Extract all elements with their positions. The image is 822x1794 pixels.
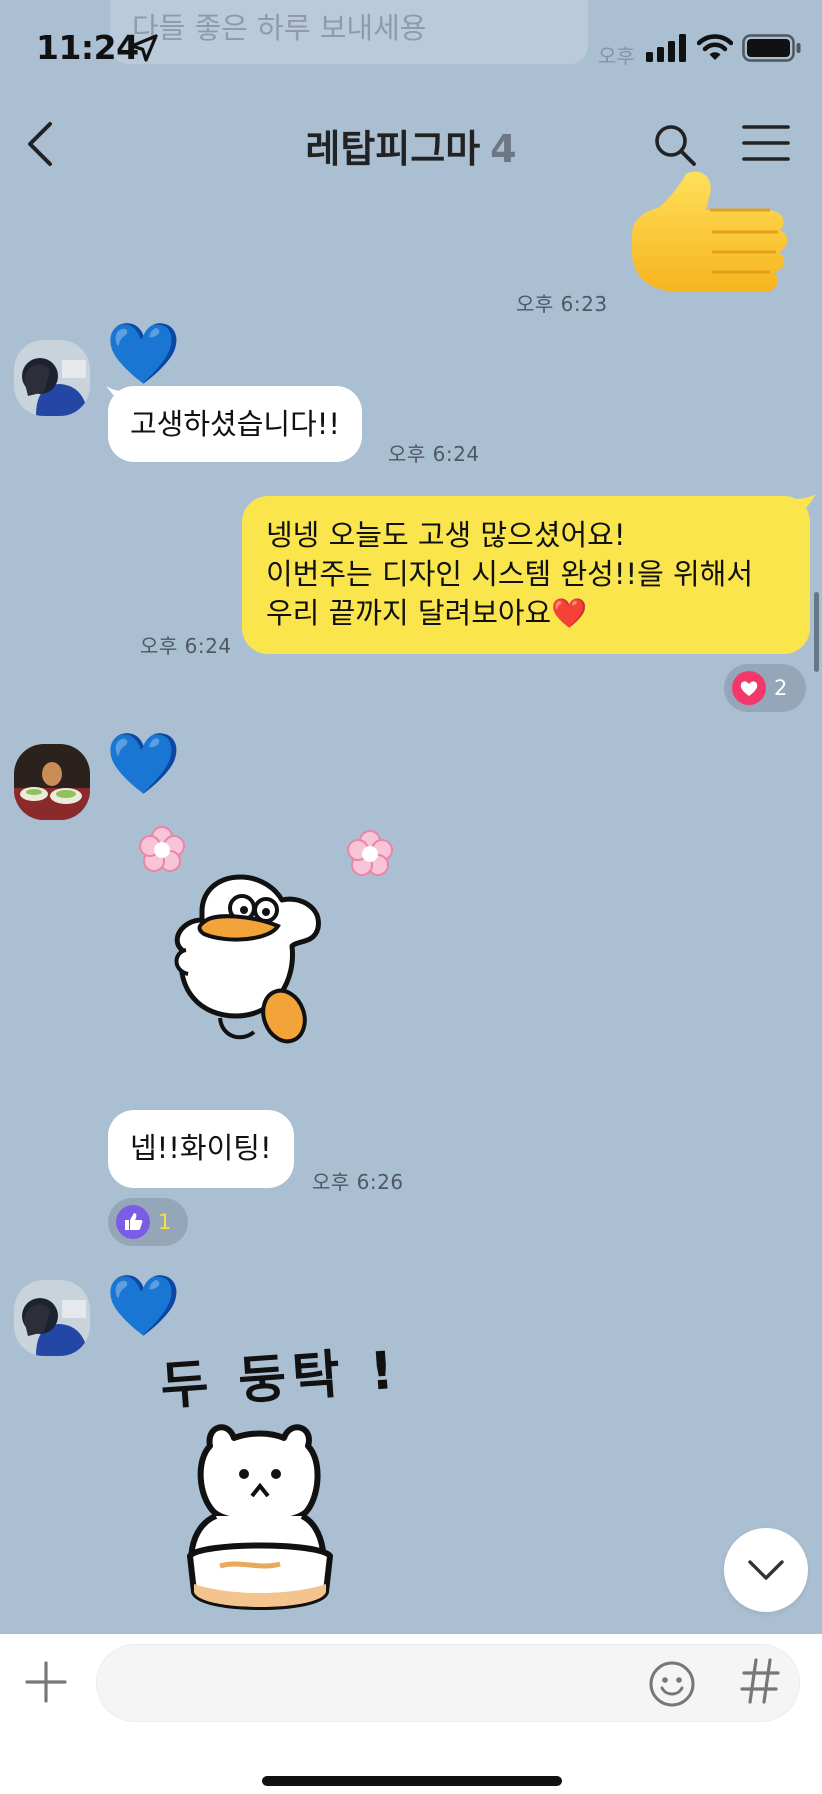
avatar[interactable] — [14, 1280, 90, 1356]
previous-message-time: 오후 — [598, 44, 635, 68]
hashtag-search-button[interactable] — [740, 1656, 780, 1706]
chevron-down-icon — [748, 1560, 784, 1580]
location-arrow-icon — [130, 34, 158, 62]
message-time: 오후 6:24 — [140, 634, 232, 658]
home-indicator — [262, 1776, 562, 1786]
sender-badge: 💙 — [106, 319, 181, 389]
sticker-caption: 두 둥탁 ! — [158, 1340, 402, 1418]
cellular-signal-icon — [646, 34, 686, 62]
reaction-count: 2 — [774, 676, 788, 700]
scroll-to-bottom-button[interactable] — [724, 1528, 808, 1612]
thumbs-up-icon — [116, 1205, 150, 1239]
reaction-chip[interactable]: 1 — [108, 1198, 188, 1246]
member-count: 4 — [490, 127, 517, 171]
plus-button[interactable] — [24, 1660, 68, 1704]
received-message-bubble[interactable]: 고생하셨습니다!! — [108, 386, 363, 462]
reaction-count: 1 — [158, 1210, 172, 1234]
reaction-chip[interactable]: 2 — [724, 664, 806, 712]
chat-room-title: 레탑피그마 4 — [0, 118, 822, 173]
previous-message-text: 다들 좋은 하루 보내세용 — [132, 11, 427, 45]
message-time: 오후 6:24 — [388, 442, 480, 466]
battery-icon — [742, 34, 801, 62]
message-time: 오후 6:23 — [516, 292, 608, 316]
avatar[interactable] — [14, 340, 90, 416]
message-time: 오후 6:26 — [312, 1170, 404, 1194]
search-button[interactable] — [652, 122, 698, 168]
avatar-photo — [14, 744, 90, 820]
room-name: 레탑피그마 — [305, 127, 481, 171]
wifi-icon — [697, 34, 733, 60]
sender-badge: 💙 — [106, 1271, 181, 1341]
emoji-button[interactable] — [648, 1660, 696, 1708]
thumbs-up-sticker[interactable] — [628, 170, 798, 300]
sender-badge: 💙 — [106, 729, 181, 799]
previous-message-bubble: 다들 좋은 하루 보내세용 — [110, 0, 588, 64]
heart-icon — [732, 671, 766, 705]
flower-icon — [139, 826, 393, 876]
status-time: 11:24 — [36, 28, 139, 67]
avatar[interactable] — [14, 744, 90, 820]
sent-message-bubble[interactable]: 넹넹 오늘도 고생 많으셨어요! 이번주는 디자인 시스템 완성!!을 위해서 … — [242, 496, 810, 654]
bear-sticker[interactable] — [170, 1416, 350, 1616]
avatar-photo — [14, 340, 90, 416]
menu-button[interactable] — [742, 122, 790, 164]
scrollbar[interactable] — [814, 592, 819, 672]
avatar-photo — [14, 1280, 90, 1356]
received-message-bubble[interactable]: 넵!!화이팅! — [108, 1110, 294, 1188]
duck-sticker[interactable] — [132, 820, 402, 1060]
